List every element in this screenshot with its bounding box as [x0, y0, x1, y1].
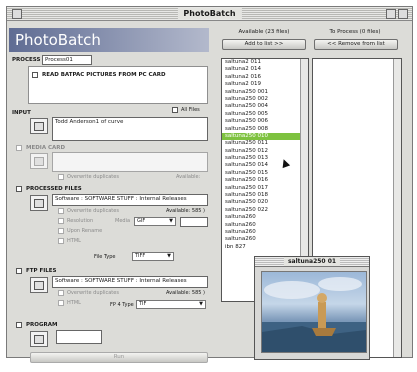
processed-overwrite-checkbox[interactable] — [58, 208, 64, 214]
program-path-field[interactable] — [56, 330, 102, 344]
list-item[interactable]: saltuna250 022 — [222, 207, 308, 214]
add-to-list-button[interactable]: Add to list >> — [222, 39, 306, 50]
available-header: Available (23 files) — [238, 29, 290, 35]
ftp-path-field[interactable]: Software : SOFTWARE STUFF : Internal Rel… — [52, 276, 208, 288]
list-item[interactable]: saltuna250 001 — [222, 89, 308, 96]
processed-path-field[interactable]: Software : SOFTWARE STUFF : Internal Rel… — [52, 194, 208, 206]
list-item[interactable]: saltuna250 010 — [222, 132, 308, 141]
media-card-checkbox[interactable] — [16, 145, 22, 151]
list-item[interactable]: saltuna260 — [222, 222, 308, 229]
preview-title-bar[interactable]: saltuna250 01 — [255, 257, 369, 267]
list-item[interactable]: saltuna260 — [222, 229, 308, 236]
list-item[interactable]: saltuna250 006 — [222, 118, 308, 125]
process-label: PROCESS — [12, 57, 41, 63]
collapse-box-icon[interactable] — [398, 9, 408, 19]
resolution-field[interactable] — [180, 217, 208, 227]
processed-files-checkbox[interactable] — [16, 186, 22, 192]
processed-html-label: HTML — [67, 238, 81, 244]
list-item[interactable]: ibn 827 — [222, 244, 308, 251]
to-process-scrollbar[interactable] — [393, 59, 401, 357]
list-item[interactable]: saltuna250 008 — [222, 126, 308, 133]
read-card-checkbox[interactable] — [32, 72, 38, 78]
to-process-header: To Process (0 files) — [329, 29, 381, 35]
list-item[interactable]: saltuna250 017 — [222, 185, 308, 192]
close-box-icon[interactable] — [12, 9, 22, 19]
zoom-box-icon[interactable] — [386, 9, 396, 19]
list-item[interactable]: saltuna2 019 — [222, 81, 308, 88]
media-path-field[interactable] — [52, 152, 208, 172]
list-item[interactable]: saltuna250 018 — [222, 192, 308, 199]
input-label: INPUT — [12, 110, 31, 116]
upon-rename-label: Upon Rename — [67, 228, 103, 234]
resolution-checkbox[interactable] — [58, 218, 64, 224]
app-brand-banner: PhotoBatch — [9, 28, 209, 52]
list-item[interactable]: saltuna250 020 — [222, 199, 308, 206]
chevron-down-icon: ▼ — [167, 253, 171, 259]
list-item[interactable]: saltuna250 016 — [222, 177, 308, 184]
program-checkbox[interactable] — [16, 322, 22, 328]
preview-window[interactable]: saltuna250 01 — [254, 256, 370, 360]
list-item[interactable]: saltuna2 011 — [222, 59, 308, 66]
ftp-files-label: FTP FILES — [26, 268, 57, 274]
media-type-label: Media — [115, 218, 131, 224]
chevron-down-icon: ▼ — [169, 218, 173, 224]
media-type-select[interactable]: GIF ▼ — [134, 217, 176, 226]
media-type-value: GIF — [137, 218, 146, 224]
processed-overwrite-label: Overwrite duplicates — [67, 208, 119, 214]
program-app-icon[interactable] — [30, 331, 48, 347]
list-item[interactable]: saltuna250 014 — [222, 162, 308, 169]
ftp-files-checkbox[interactable] — [16, 268, 22, 274]
input-folder-icon[interactable] — [30, 118, 48, 134]
window-title: PhotoBatch — [177, 8, 242, 19]
list-item[interactable]: saltuna250 005 — [222, 111, 308, 118]
list-item[interactable]: saltuna250 002 — [222, 96, 308, 103]
media-folder-icon[interactable] — [30, 153, 48, 169]
resolution-label: Resolution — [67, 218, 94, 224]
media-overwrite-checkbox[interactable] — [58, 174, 64, 180]
list-item[interactable]: saltuna250 013 — [222, 155, 308, 162]
all-files-label: All Files — [181, 107, 200, 113]
upon-rename-checkbox[interactable] — [58, 228, 64, 234]
processed-file-type-label: File Type — [94, 254, 116, 260]
list-item[interactable]: saltuna250 011 — [222, 140, 308, 147]
read-card-label: READ BATPAC PICTURES FROM PC CARD — [42, 72, 166, 78]
ftp-overwrite-checkbox[interactable] — [58, 290, 64, 296]
all-files-checkbox[interactable] — [172, 107, 178, 113]
processed-html-checkbox[interactable] — [58, 238, 64, 244]
title-bar[interactable]: PhotoBatch — [7, 7, 412, 21]
process-name-field[interactable]: Process01 — [42, 55, 92, 65]
ftp-html-label: HTML — [67, 300, 81, 306]
processed-available-text: Available: 585 ) — [166, 208, 205, 214]
list-item[interactable]: saltuna260 — [222, 214, 308, 221]
ftp-folder-icon[interactable] — [30, 277, 48, 293]
ftp-html-checkbox[interactable] — [58, 300, 64, 306]
statue-landscape-image — [262, 277, 366, 352]
list-item[interactable]: saltuna2 014 — [222, 66, 308, 73]
ftp-available-text: Available: 585 ) — [166, 290, 205, 296]
program-label: PROGRAM — [26, 322, 58, 328]
processed-file-type-select[interactable]: TIFF ▼ — [132, 252, 174, 261]
list-item[interactable]: saltuna250 012 — [222, 148, 308, 155]
input-path-field[interactable]: Todd Anderson1 of curve — [52, 117, 208, 141]
ftp-file-type-select[interactable]: TIF ▼ — [136, 300, 206, 309]
processed-folder-icon[interactable] — [30, 195, 48, 211]
list-item[interactable]: saltuna2 016 — [222, 74, 308, 81]
media-card-label: MEDIA CARD — [26, 145, 66, 151]
preview-thumbnail — [261, 271, 367, 353]
preview-title: saltuna250 01 — [283, 257, 341, 266]
media-overwrite-label: Overwrite duplicates — [67, 174, 119, 180]
processed-file-type-value: TIFF — [135, 253, 146, 259]
list-item[interactable]: saltuna250 004 — [222, 103, 308, 110]
list-item[interactable]: saltuna260 — [222, 236, 308, 243]
ftp-file-type-label: FP 4 Type — [110, 302, 134, 308]
ftp-file-type-value: TIF — [139, 301, 147, 307]
media-available-text: Available: — [176, 174, 201, 180]
processed-files-label: PROCESSED FILES — [26, 186, 82, 192]
run-button[interactable]: Run — [30, 352, 208, 363]
list-item[interactable]: saltuna250 015 — [222, 170, 308, 177]
ftp-overwrite-label: Overwrite duplicates — [67, 290, 119, 296]
remove-from-list-button[interactable]: << Remove from list — [314, 39, 398, 50]
chevron-down-icon: ▼ — [199, 301, 203, 307]
